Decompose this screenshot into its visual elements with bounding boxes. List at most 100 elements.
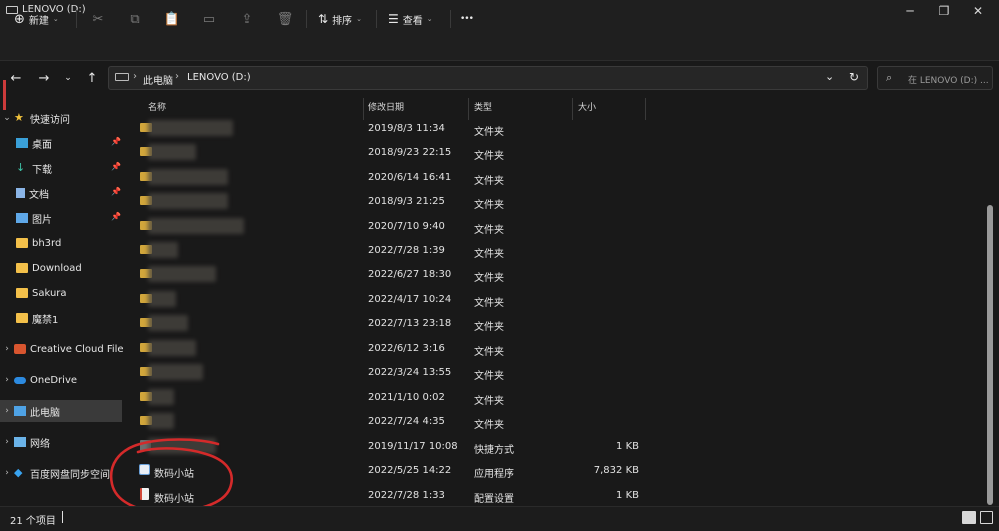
column-header-size[interactable]: 大小 bbox=[578, 100, 596, 116]
sidebar-item-quick-access[interactable]: ⌄ ★ 快速访问 bbox=[0, 107, 125, 129]
desktop-icon bbox=[16, 138, 28, 148]
maximize-button[interactable]: ❐ bbox=[927, 0, 961, 22]
copy-icon[interactable]: ⧉ bbox=[125, 9, 145, 29]
sidebar-item-download[interactable]: Download bbox=[0, 257, 141, 279]
more-options-button[interactable]: ••• bbox=[460, 8, 474, 30]
redacted-name bbox=[148, 266, 216, 282]
chevron-right-icon[interactable]: › bbox=[0, 468, 14, 478]
breadcrumb-this-pc[interactable]: 此电脑 bbox=[143, 72, 173, 87]
share-icon[interactable]: ⇪ bbox=[237, 9, 257, 29]
table-row[interactable]: 2022/6/27 18:30 文件夹 bbox=[128, 263, 988, 287]
star-icon: ★ bbox=[14, 111, 24, 124]
breadcrumb-drive[interactable]: LENOVO (D:) bbox=[187, 72, 251, 83]
table-row[interactable]: 数码小站 2022/7/28 1:33 配置设置 1 KB bbox=[128, 484, 988, 508]
plus-circle-icon: ⊕ bbox=[14, 11, 25, 27]
pin-icon[interactable]: 📌 bbox=[111, 137, 121, 146]
redacted-name bbox=[148, 242, 178, 258]
chevron-down-icon: ⌄ bbox=[356, 15, 362, 23]
view-button[interactable]: ☰ 查看 ⌄ bbox=[388, 8, 433, 30]
redacted-name bbox=[148, 144, 196, 160]
separator bbox=[376, 10, 377, 28]
table-row[interactable]: 2022/4/17 10:24 文件夹 bbox=[128, 288, 988, 312]
address-bar[interactable]: › 此电脑 › LENOVO (D:) ⌄ ↻ bbox=[108, 66, 868, 90]
table-row[interactable]: 2021/1/10 0:02 文件夹 bbox=[128, 386, 988, 410]
separator bbox=[306, 10, 307, 28]
redacted-name bbox=[148, 218, 244, 234]
separator bbox=[76, 10, 77, 28]
column-header-type[interactable]: 类型 bbox=[474, 100, 492, 116]
title-bar bbox=[0, 0, 999, 22]
table-row[interactable]: 2022/7/24 4:35 文件夹 bbox=[128, 410, 988, 434]
separator bbox=[450, 10, 451, 28]
chevron-right-icon[interactable]: › bbox=[0, 437, 14, 447]
folder-icon bbox=[16, 313, 28, 323]
chevron-down-icon: ⌄ bbox=[426, 15, 433, 23]
baidu-netdisk-icon: ◆ bbox=[14, 466, 23, 479]
delete-icon[interactable]: 🗑 bbox=[275, 9, 295, 29]
onedrive-icon bbox=[14, 376, 26, 384]
pin-icon[interactable]: 📌 bbox=[111, 187, 121, 196]
column-header-date[interactable]: 修改日期 bbox=[368, 100, 404, 116]
sidebar-item-bh3rd[interactable]: bh3rd bbox=[0, 232, 141, 254]
minimize-button[interactable]: ─ bbox=[893, 0, 927, 22]
item-count: 21 个项目 bbox=[10, 516, 56, 527]
search-box[interactable]: ⌕ 在 LENOVO (D:) ... bbox=[877, 66, 993, 90]
pin-icon[interactable]: 📌 bbox=[111, 212, 121, 221]
paste-icon[interactable]: 📋 bbox=[162, 9, 182, 29]
recent-locations-chevron-icon[interactable]: ⌄ bbox=[58, 68, 78, 88]
sidebar-item-mojin1[interactable]: 魔禁1 bbox=[0, 307, 141, 329]
close-button[interactable]: ✕ bbox=[961, 0, 995, 22]
folder-icon bbox=[16, 238, 28, 248]
search-icon: ⌕ bbox=[886, 71, 893, 84]
redacted-name bbox=[148, 169, 228, 185]
table-row[interactable]: 2022/6/12 3:16 文件夹 bbox=[128, 337, 988, 361]
list-scrollbar-thumb[interactable] bbox=[987, 205, 993, 505]
column-header-name[interactable]: 名称 bbox=[148, 100, 166, 116]
rename-icon[interactable]: ▭ bbox=[199, 9, 219, 29]
address-dropdown-icon[interactable]: ⌄ bbox=[825, 70, 834, 83]
sidebar-item-creative-cloud[interactable]: › Creative Cloud File bbox=[0, 338, 125, 360]
new-button[interactable]: ⊕ 新建 ⌄ bbox=[14, 8, 59, 30]
table-row[interactable]: 2018/9/3 21:25 文件夹 bbox=[128, 190, 988, 214]
sidebar-item-this-pc[interactable]: › 此电脑 bbox=[0, 400, 122, 422]
refresh-icon[interactable]: ↻ bbox=[849, 70, 859, 84]
sidebar-item-pictures[interactable]: 图片 📌 bbox=[0, 207, 141, 229]
up-arrow-icon[interactable]: ↑ bbox=[82, 68, 102, 88]
sort-button[interactable]: ⇅ 排序 ⌄ bbox=[318, 8, 362, 30]
chevron-right-icon[interactable]: › bbox=[0, 344, 14, 354]
table-row[interactable]: 2022/3/24 13:55 文件夹 bbox=[128, 361, 988, 385]
sort-icon: ⇅ bbox=[318, 12, 329, 26]
table-row[interactable]: 2019/11/17 10:08 快捷方式 1 KB bbox=[128, 435, 988, 459]
table-row[interactable]: 2022/7/13 23:18 文件夹 bbox=[128, 312, 988, 336]
table-row[interactable]: 2020/7/10 9:40 文件夹 bbox=[128, 215, 988, 239]
table-row[interactable]: 数码小站 2022/5/25 14:22 应用程序 7,832 KB bbox=[128, 459, 988, 483]
redacted-name bbox=[148, 193, 228, 209]
table-row[interactable]: 2018/9/23 22:15 文件夹 bbox=[128, 141, 988, 165]
chevron-right-icon[interactable]: › bbox=[0, 375, 14, 385]
document-icon bbox=[16, 188, 25, 198]
sidebar-item-sakura[interactable]: Sakura bbox=[0, 282, 141, 304]
chevron-right-icon[interactable]: › bbox=[0, 406, 14, 416]
sidebar-item-documents[interactable]: 文档 📌 bbox=[0, 182, 141, 204]
redacted-name bbox=[148, 340, 196, 356]
table-row[interactable]: 2022/7/28 1:39 文件夹 bbox=[128, 239, 988, 263]
sidebar-item-onedrive[interactable]: › OneDrive bbox=[0, 369, 125, 391]
redacted-name bbox=[148, 120, 233, 136]
redacted-name bbox=[148, 389, 174, 405]
forward-arrow-icon[interactable]: → bbox=[34, 68, 54, 88]
table-row[interactable]: 2020/6/14 16:41 文件夹 bbox=[128, 166, 988, 190]
breadcrumb-separator: › bbox=[175, 71, 179, 82]
sidebar-item-downloads[interactable]: ↓ 下载 📌 bbox=[0, 157, 141, 179]
thumbnail-view-icon[interactable] bbox=[980, 511, 993, 524]
table-row[interactable]: 2019/8/3 11:34 文件夹 bbox=[128, 117, 988, 141]
redacted-name bbox=[148, 315, 188, 331]
back-arrow-icon[interactable]: ← bbox=[6, 68, 26, 88]
drive-icon bbox=[115, 73, 129, 81]
pin-icon[interactable]: 📌 bbox=[111, 162, 121, 171]
chevron-down-icon[interactable]: ⌄ bbox=[0, 113, 14, 123]
cut-icon[interactable]: ✂ bbox=[88, 9, 108, 29]
creative-cloud-icon bbox=[14, 344, 26, 354]
sidebar-item-desktop[interactable]: 桌面 📌 bbox=[0, 132, 141, 154]
details-view-icon[interactable] bbox=[962, 511, 976, 524]
breadcrumb-separator: › bbox=[133, 71, 137, 82]
